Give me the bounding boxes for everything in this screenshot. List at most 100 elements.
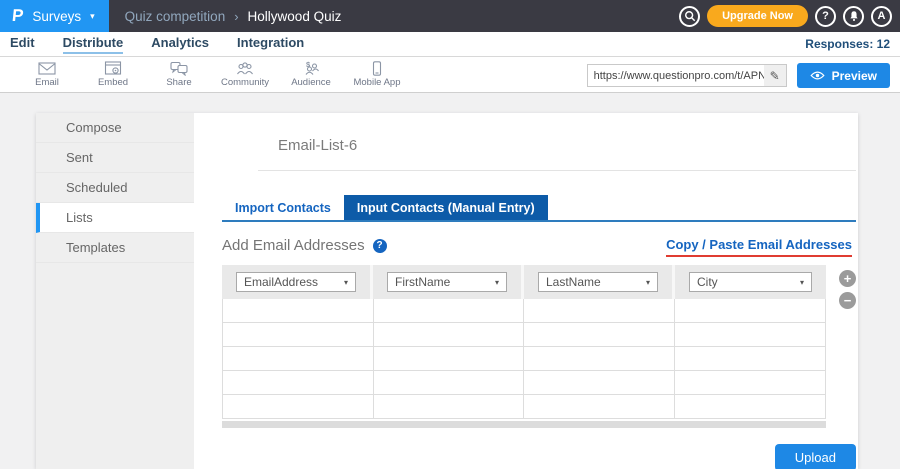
tab-input-contacts-manual-entry[interactable]: Input Contacts (Manual Entry) [344,195,548,220]
page-background: Compose Sent Scheduled Lists Templates E… [0,93,900,468]
responses-count: Responses: 12 [805,35,890,51]
toolbar-right-group: https://www.questionpro.com/t/APNrFZ ✎ P… [587,63,890,88]
table-cell[interactable] [675,323,826,347]
column-select-last-name[interactable]: LastName ▾ [538,272,658,292]
add-emails-section-header: Add Email Addresses ? Copy / Paste Email… [222,237,856,257]
section-title-text: Add Email Addresses [222,237,365,254]
breadcrumb-parent[interactable]: Quiz competition [125,9,226,24]
channel-audience-label: Audience [291,77,331,88]
table-cell[interactable] [374,299,525,323]
upload-button[interactable]: Upload [775,444,856,469]
sidebar-item-compose[interactable]: Compose [36,113,194,143]
table-cell[interactable] [374,347,525,371]
chevron-down-icon: ▾ [344,278,348,287]
survey-url-input[interactable]: https://www.questionpro.com/t/APNrFZ ✎ [587,64,787,87]
column-select-first-name[interactable]: FirstName ▾ [387,272,507,292]
channel-share-label: Share [166,77,191,88]
table-cell[interactable] [675,347,826,371]
eye-icon [810,71,825,80]
survey-nav: Edit Distribute Analytics Integration Re… [0,32,900,57]
search-button[interactable] [679,6,700,27]
channel-embed[interactable]: Embed [80,61,146,88]
channel-embed-label: Embed [98,77,128,88]
help-button[interactable]: ? [815,6,836,27]
community-icon [236,61,254,76]
notifications-button[interactable] [843,6,864,27]
table-cell[interactable] [374,371,525,395]
remove-row-button[interactable]: − [839,292,856,309]
column-select-email-address[interactable]: EmailAddress ▾ [236,272,356,292]
channel-community[interactable]: Community [212,61,278,88]
channel-share[interactable]: Share [146,61,212,88]
table-cell[interactable] [524,347,675,371]
table-cell[interactable] [524,395,675,419]
upgrade-now-button[interactable]: Upgrade Now [707,5,808,27]
table-cell[interactable] [223,395,374,419]
chevron-down-icon: ▾ [90,11,95,22]
bell-icon [848,10,860,22]
column-mapping-row: EmailAddress ▾ FirstName ▾ [222,265,826,299]
upload-row: Upload [222,444,856,469]
tab-import-contacts[interactable]: Import Contacts [222,195,344,220]
distribute-toolbar: Email Embed Share Community $ Audience M… [0,57,900,93]
help-icon[interactable]: ? [373,239,387,253]
sidebar-item-scheduled[interactable]: Scheduled [36,173,194,203]
table-cell[interactable] [675,299,826,323]
contacts-table: EmailAddress ▾ FirstName ▾ [222,265,826,428]
edit-url-button[interactable]: ✎ [764,65,786,86]
preview-button[interactable]: Preview [797,63,890,88]
channel-audience[interactable]: $ Audience [278,61,344,88]
share-icon [170,61,188,76]
survey-url-value: https://www.questionpro.com/t/APNrFZ [588,65,764,86]
column-select-city[interactable]: City ▾ [689,272,812,292]
table-cell[interactable] [374,395,525,419]
contacts-table-zone: EmailAddress ▾ FirstName ▾ [222,265,856,428]
table-cell[interactable] [223,347,374,371]
breadcrumb-current: Hollywood Quiz [248,9,342,24]
surveys-product-menu[interactable]: P Surveys ▾ [0,0,109,32]
table-cell[interactable] [524,299,675,323]
search-icon [684,10,696,22]
nav-item-integration[interactable]: Integration [237,35,304,52]
nav-item-edit[interactable]: Edit [10,35,35,52]
table-cell[interactable] [223,371,374,395]
audience-icon: $ [302,61,320,76]
table-cell[interactable] [675,371,826,395]
top-header-bar: P Surveys ▾ Quiz competition › Hollywood… [0,0,900,32]
contacts-tabs: Import Contacts Input Contacts (Manual E… [222,195,856,222]
horizontal-scrollbar[interactable] [222,421,826,428]
table-cell[interactable] [675,395,826,419]
channel-mobile-app-label: Mobile App [353,77,400,88]
table-cell[interactable] [223,323,374,347]
nav-item-analytics[interactable]: Analytics [151,35,209,52]
email-lists-card: Compose Sent Scheduled Lists Templates E… [36,113,858,469]
embed-icon [104,61,122,76]
questionpro-logo: P [11,6,24,26]
pencil-icon: ✎ [770,69,780,83]
channel-email[interactable]: Email [14,61,80,88]
email-icon [38,61,56,76]
table-cell[interactable] [223,299,374,323]
channel-community-label: Community [221,77,269,88]
channel-email-label: Email [35,77,59,88]
channel-mobile-app[interactable]: Mobile App [344,61,410,88]
table-cell[interactable] [524,371,675,395]
header-actions: Upgrade Now ? A [679,0,892,32]
account-avatar[interactable]: A [871,6,892,27]
chevron-down-icon: ▾ [646,278,650,287]
sidebar-item-templates[interactable]: Templates [36,233,194,263]
product-name: Surveys [32,9,81,24]
chevron-down-icon: ▾ [800,278,804,287]
contact-entry-grid [222,299,826,419]
preview-button-label: Preview [832,69,877,83]
chevron-down-icon: ▾ [495,278,499,287]
add-row-button[interactable]: + [839,270,856,287]
table-cell[interactable] [524,323,675,347]
copy-paste-email-addresses-link[interactable]: Copy / Paste Email Addresses [666,237,852,257]
nav-item-distribute[interactable]: Distribute [63,35,124,54]
list-detail-panel: Email-List-6 Import Contacts Input Conta… [194,113,874,469]
sidebar-item-lists[interactable]: Lists [36,203,194,233]
breadcrumb-separator: › [234,9,238,24]
sidebar-item-sent[interactable]: Sent [36,143,194,173]
table-cell[interactable] [374,323,525,347]
